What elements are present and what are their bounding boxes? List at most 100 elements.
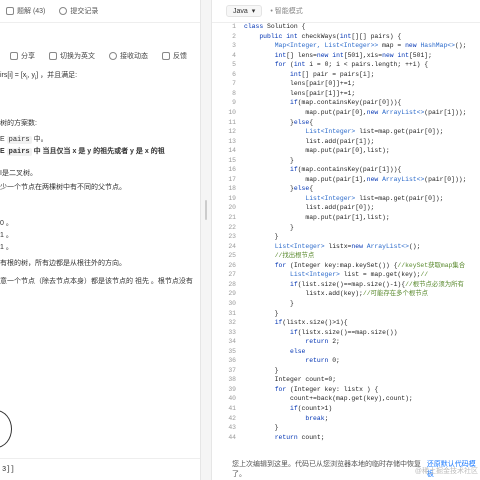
code-text: else: [290, 347, 306, 355]
line-number: 37: [228, 366, 236, 374]
code-text: List<Integer> list=map.get(pair[0]);: [305, 194, 444, 202]
desc-line: 1 。: [0, 244, 13, 251]
code-text: List<Integer> list=map.get(pair[0]);: [305, 128, 444, 136]
tab-submissions[interactable]: 提交记录: [59, 6, 98, 16]
share-label: 分享: [21, 53, 35, 60]
code-text: map.put(pair[1],new ArrayList<>(pair[0])…: [244, 175, 467, 183]
line-number: 21: [228, 214, 236, 221]
line-number: 43: [228, 424, 236, 432]
line-number: 27: [228, 271, 236, 279]
share-icon: [10, 52, 18, 60]
code-text: List<Integer> listx=new ArrayList<>();: [274, 242, 421, 250]
smart-mode-label: 智能模式: [274, 8, 303, 15]
problem-panel: 题解 (43) 提交记录 分享 切换为英文 接收动态 反馈 irs[i] = […: [0, 0, 200, 480]
code-text: return 0;: [305, 357, 340, 365]
code-text: if(list.size()==map.size()-1){//根节点必须为所有: [290, 280, 464, 288]
code-text: for (Integer key:map.keySet()) {//keySet…: [274, 261, 466, 269]
line-number: 9: [232, 99, 236, 107]
smart-mode-toggle[interactable]: • 智能模式: [270, 6, 302, 16]
code-text: class Solution {: [244, 23, 306, 30]
language-select[interactable]: Java ▾: [226, 5, 263, 17]
code-text: if(listx.size()>1){: [274, 319, 348, 327]
line-number: 11: [228, 118, 236, 126]
feedback-icon: [162, 52, 170, 60]
line-number: 34: [228, 338, 236, 346]
line-number: 13: [228, 137, 236, 145]
switch-english-button[interactable]: 切换为英文: [49, 51, 95, 61]
line-number: 42: [228, 414, 236, 422]
desc-line: irs[i] = [xi, yi] ，并且满足:: [0, 72, 78, 82]
line-number: 7: [232, 80, 236, 88]
subscribe-button[interactable]: 接收动态: [109, 51, 148, 61]
line-number: 36: [228, 357, 236, 365]
line-number: 25: [228, 252, 236, 260]
code-text: }: [244, 366, 279, 374]
line-number: 19: [228, 194, 236, 202]
code-text: }: [244, 309, 279, 317]
example-output: 3]]: [0, 458, 200, 480]
code-text: lens[pair[0]]+=1;: [244, 80, 356, 88]
line-number: 32: [228, 319, 236, 327]
desc-line: 0 。: [0, 220, 13, 227]
problem-tabs: 题解 (43) 提交记录: [0, 0, 200, 23]
line-number: 4: [232, 51, 236, 59]
code-text: if(listx.size()==map.size()): [290, 328, 398, 336]
desc-line: 1 。: [0, 232, 13, 239]
feedback-button[interactable]: 反馈: [162, 51, 187, 61]
line-number: 33: [228, 328, 236, 336]
code-text: public int checkWays(int[][] pairs) {: [259, 32, 402, 40]
line-number: 15: [228, 156, 236, 164]
code-text: if(map.containsKey(pair[1])){: [290, 166, 402, 174]
watermark: @稀土掘金技术社区: [414, 468, 478, 475]
code-text: break;: [305, 414, 329, 422]
share-button[interactable]: 分享: [10, 51, 35, 61]
problem-toolbar: 分享 切换为英文 接收动态 反馈: [0, 45, 200, 67]
code-text: }else{: [244, 118, 314, 126]
line-number: 35: [228, 347, 236, 355]
code-text: map.put(pair[0],list);: [244, 147, 390, 155]
code-text: }: [244, 299, 294, 307]
line-number: 3: [232, 42, 236, 50]
line-number: 10: [228, 108, 236, 116]
line-number: 38: [228, 376, 236, 384]
clock-icon: [59, 7, 68, 15]
line-number: 6: [232, 70, 236, 78]
line-number: 18: [228, 185, 236, 193]
code-text: listx.add(key);//可能存在多个根节点: [244, 290, 429, 298]
chevron-down-icon: ▾: [251, 8, 256, 15]
line-number: 39: [228, 385, 236, 393]
subscribe-label: 接收动态: [120, 53, 148, 60]
tab-solutions-label: 题解 (43): [17, 8, 46, 15]
code-text: map.put(pair[0],new ArrayList<>(pair[1])…: [244, 108, 467, 116]
status-message: 您上次编辑到这里。代码已从您浏览器本地的临时存储中恢复了。: [232, 461, 421, 478]
line-number: 20: [228, 204, 236, 212]
code-text: list.add(pair[0]);: [244, 204, 375, 212]
line-number: 24: [228, 242, 236, 250]
code-text: if(count>1): [290, 405, 333, 412]
panel-resizer[interactable]: [200, 0, 212, 480]
code-text: Map<Integer, List<Integer>> map = new Ha…: [274, 42, 467, 50]
code-text: for (int i = 0; i < pairs.length; ++i) {: [274, 61, 429, 69]
desc-line: 少一个节点在两棵树中有不同的父节点。: [0, 184, 126, 191]
line-number: 17: [228, 175, 236, 183]
code-text: Integer count=0;: [244, 376, 337, 384]
tab-solutions[interactable]: 题解 (43): [6, 6, 45, 16]
code-text: return 2;: [305, 338, 340, 346]
code-text: List<Integer> list = map.get(key);//: [290, 271, 429, 279]
line-number: 30: [228, 299, 236, 307]
line-number: 5: [232, 61, 236, 69]
line-number: 23: [228, 233, 236, 241]
line-number: 31: [228, 309, 236, 317]
drag-handle[interactable]: [205, 200, 207, 220]
line-number: 26: [228, 261, 236, 269]
switch-english-label: 切换为英文: [60, 53, 95, 60]
code-text: count+=back(map.get(key),count);: [244, 395, 413, 403]
editor-panel: Java ▾ • 智能模式 1 class Solution {2 public …: [212, 0, 480, 480]
desc-line: E pairs 中 当且仅当 x 是 y 的祖先或者 y 是 x 的祖: [0, 148, 165, 156]
desc-line: 有根的树，所有边都是从根往外的方向。: [0, 260, 126, 267]
desc-line: 意一个节点（除去节点本身）都是该节点的 祖先 。根节点没有: [0, 278, 193, 285]
translate-icon: [49, 52, 57, 60]
line-number: 16: [228, 166, 236, 174]
code-text: int[] pair = pairs[i];: [290, 70, 375, 78]
line-number: 29: [228, 290, 236, 298]
